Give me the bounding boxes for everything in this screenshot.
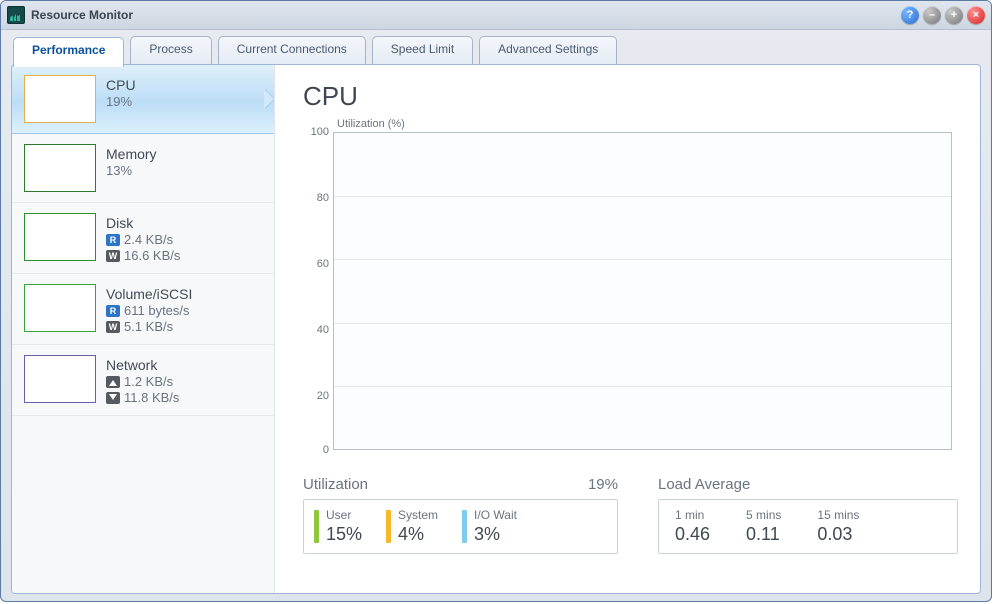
volume-write: 5.1 KB/s <box>124 319 173 334</box>
thumb-cpu <box>24 75 96 123</box>
side-title-network: Network <box>106 357 179 373</box>
help-button[interactable]: ? <box>901 6 919 24</box>
utilization-group: Utilization 19% User 15% System 4% <box>303 476 618 554</box>
load-1min-label: 1 min <box>675 508 710 522</box>
download-icon <box>106 392 120 404</box>
ytick-100: 100 <box>305 126 329 138</box>
chart-plot-area <box>333 132 952 450</box>
ytick-60: 60 <box>305 258 329 270</box>
load-15min-value: 0.03 <box>817 524 859 545</box>
load-15min-label: 15 mins <box>817 508 859 522</box>
window-controls: ? – + × <box>901 6 985 24</box>
app-icon <box>7 6 25 24</box>
chart-ylabel: Utilization (%) <box>337 118 958 130</box>
utilization-total: 19% <box>588 476 618 493</box>
thumb-network <box>24 355 96 403</box>
tab-speed-limit[interactable]: Speed Limit <box>372 36 473 66</box>
tab-content: CPU 19% Memory 13% Disk R 2.4 KB/s <box>11 64 981 594</box>
side-sub-cpu: 19% <box>106 94 136 109</box>
volume-read: 611 bytes/s <box>124 303 190 318</box>
minimize-button[interactable]: – <box>923 6 941 24</box>
stat-io-value: 3% <box>474 524 517 545</box>
load-5min-value: 0.11 <box>746 524 781 545</box>
network-up: 1.2 KB/s <box>124 374 173 389</box>
stat-user-value: 15% <box>326 524 362 545</box>
thumb-disk <box>24 213 96 261</box>
utilization-label: Utilization <box>303 476 368 493</box>
utilization-chart: 100 80 60 40 20 0 <box>333 132 952 462</box>
stat-io: I/O Wait 3% <box>462 508 517 545</box>
side-sub-memory: 13% <box>106 163 157 178</box>
read-badge-icon: R <box>106 234 120 246</box>
side-item-volume[interactable]: Volume/iSCSI R 611 bytes/s W 5.1 KB/s <box>12 274 274 345</box>
write-badge-icon: W <box>106 321 120 333</box>
thumb-volume <box>24 284 96 332</box>
titlebar: Resource Monitor ? – + × <box>1 1 991 30</box>
disk-write: 16.6 KB/s <box>124 248 180 263</box>
load-5min: 5 mins 0.11 <box>740 508 787 545</box>
tab-performance[interactable]: Performance <box>13 37 124 67</box>
utilization-box: User 15% System 4% I/O Wait 3% <box>303 499 618 554</box>
stats-row: Utilization 19% User 15% System 4% <box>303 476 958 554</box>
ytick-20: 20 <box>305 390 329 402</box>
ytick-0: 0 <box>305 444 329 456</box>
ytick-40: 40 <box>305 324 329 336</box>
thumb-memory <box>24 144 96 192</box>
stat-user-label: User <box>326 508 362 522</box>
read-badge-icon: R <box>106 305 120 317</box>
stat-io-label: I/O Wait <box>474 508 517 522</box>
load-1min-value: 0.46 <box>675 524 710 545</box>
side-item-network[interactable]: Network 1.2 KB/s 11.8 KB/s <box>12 345 274 416</box>
window-title: Resource Monitor <box>31 8 133 22</box>
side-title-volume: Volume/iSCSI <box>106 286 192 302</box>
network-down: 11.8 KB/s <box>124 390 179 405</box>
side-title-memory: Memory <box>106 146 157 162</box>
disk-read: 2.4 KB/s <box>124 232 173 247</box>
stat-system: System 4% <box>386 508 438 545</box>
side-title-disk: Disk <box>106 215 180 231</box>
ytick-80: 80 <box>305 192 329 204</box>
tab-connections[interactable]: Current Connections <box>218 36 366 66</box>
tab-advanced-settings[interactable]: Advanced Settings <box>479 36 617 66</box>
stat-user: User 15% <box>314 508 362 545</box>
side-item-memory[interactable]: Memory 13% <box>12 134 274 203</box>
close-button[interactable]: × <box>967 6 985 24</box>
side-list: CPU 19% Memory 13% Disk R 2.4 KB/s <box>12 65 275 593</box>
page-title: CPU <box>303 81 958 112</box>
upload-icon <box>106 376 120 388</box>
load-average-label: Load Average <box>658 476 750 493</box>
maximize-button[interactable]: + <box>945 6 963 24</box>
load-5min-label: 5 mins <box>746 508 781 522</box>
load-box: 1 min 0.46 5 mins 0.11 15 mins 0.03 <box>658 499 958 554</box>
tab-bar: Performance Process Current Connections … <box>1 30 991 64</box>
tab-process[interactable]: Process <box>130 36 211 66</box>
stat-system-label: System <box>398 508 438 522</box>
load-1min: 1 min 0.46 <box>669 508 716 545</box>
side-item-cpu[interactable]: CPU 19% <box>12 65 274 134</box>
write-badge-icon: W <box>106 250 120 262</box>
stat-system-value: 4% <box>398 524 438 545</box>
chart-wrap: Utilization (%) 100 80 60 40 20 0 <box>303 118 958 462</box>
load-15min: 15 mins 0.03 <box>811 508 865 545</box>
side-title-cpu: CPU <box>106 77 136 93</box>
load-group: Load Average 1 min 0.46 5 mins 0.11 15 m… <box>658 476 958 554</box>
main-panel: CPU Utilization (%) 100 80 60 40 20 0 <box>275 65 980 593</box>
window: Resource Monitor ? – + × Performance Pro… <box>0 0 992 602</box>
side-item-disk[interactable]: Disk R 2.4 KB/s W 16.6 KB/s <box>12 203 274 274</box>
